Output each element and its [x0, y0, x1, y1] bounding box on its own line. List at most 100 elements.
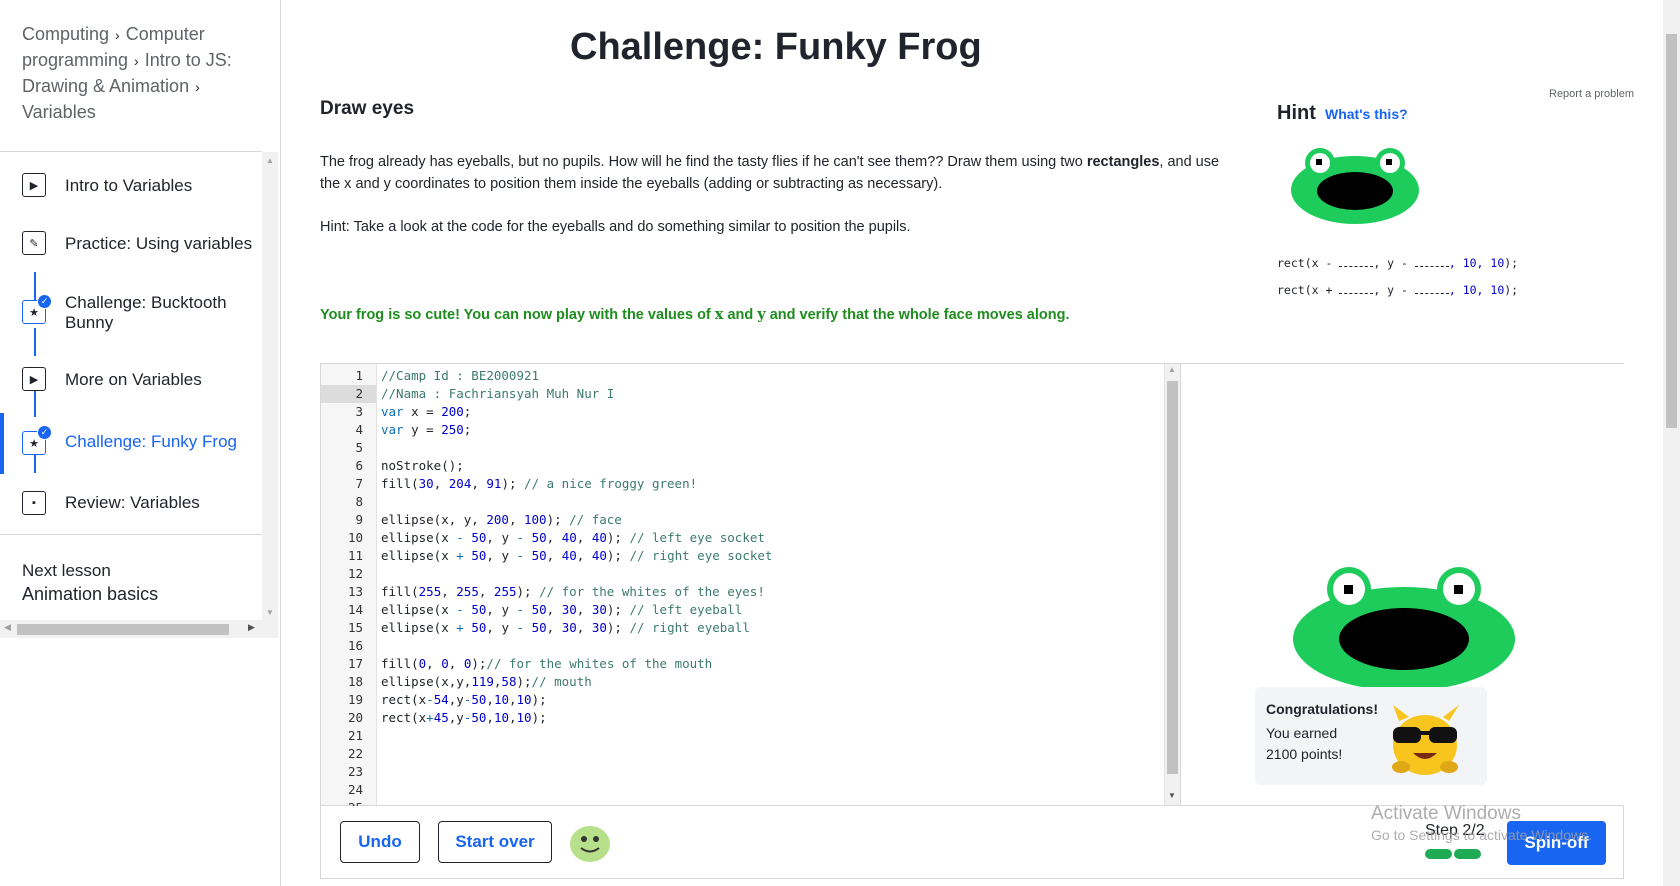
sidebar-divider [0, 151, 262, 152]
scroll-down-icon[interactable]: ▼ [266, 608, 274, 617]
scroll-up-icon[interactable]: ▲ [266, 156, 274, 165]
line-number: 10 [347, 530, 363, 545]
report-problem-link[interactable]: Report a problem [1549, 88, 1634, 100]
line-number: 12 [347, 566, 363, 581]
success-message: Your frog is so cute! You can now play w… [320, 306, 1070, 323]
next-lesson-link[interactable]: Next lesson Animation basics [22, 561, 158, 605]
page-title: Challenge: Funky Frog [570, 26, 982, 68]
hint-code-text: , y - [1373, 256, 1415, 270]
checkmark-icon: ✓ [37, 425, 52, 440]
scroll-down-icon[interactable]: ▼ [1168, 791, 1176, 800]
line-number: 4 [355, 422, 363, 437]
page-scrollbar[interactable] [1663, 0, 1680, 886]
line-number: 9 [355, 512, 363, 527]
step-title: Draw eyes [320, 98, 415, 119]
chevron-right-icon: › [115, 27, 120, 43]
instructions-paragraph: The frog already has eyeballs, but no pu… [320, 151, 1240, 195]
success-var-y: y [757, 306, 766, 323]
line-number: 5 [355, 440, 363, 455]
scrollbar-thumb[interactable] [1666, 34, 1677, 428]
hint-code-text: rect(x + [1277, 283, 1340, 297]
star-icon: ★ ✓ [22, 294, 52, 324]
line-number: 2 [321, 385, 376, 403]
sidebar-item-label: Intro to Variables [65, 176, 193, 195]
code-editor-panel: 1234567891011121314151617181920212223242… [320, 363, 1624, 815]
scrollbar-thumb[interactable] [1167, 381, 1178, 774]
breadcrumb: Computing › Computer programming › Intro to … [22, 22, 252, 125]
lesson-sidebar: Computing › Computer programming › Intro to … [0, 0, 281, 886]
sidebar-item-label: Review: Variables [65, 493, 200, 512]
sidebar-horizontal-scrollbar[interactable]: ◀ ▶ [0, 620, 278, 638]
sidebar-item-label: Challenge: Bucktooth Bunny [65, 293, 227, 332]
star-icon: ★ ✓ [22, 425, 52, 455]
line-number: 17 [347, 656, 363, 671]
step-progress-pill [1454, 849, 1481, 859]
hint-frog-image [1291, 148, 1419, 224]
sidebar-item-challenge-funky-frog[interactable]: ★ ✓ Challenge: Funky Frog [0, 417, 262, 467]
hint-code-text: ); [1504, 283, 1519, 297]
instructions: The frog already has eyeballs, but no pu… [320, 151, 1240, 259]
sidebar-item-label: Challenge: Funky Frog [65, 432, 237, 451]
line-number: 24 [347, 782, 363, 797]
congrats-line: 2100 points! [1266, 746, 1343, 762]
line-number-gutter: 1234567891011121314151617181920212223242… [321, 364, 377, 815]
line-number: 7 [355, 476, 363, 491]
sidebar-item-challenge-bucktooth-bunny[interactable]: ★ ✓ Challenge: Bucktooth Bunny [0, 286, 262, 336]
instructions-text: The frog already has eyeballs, but no pu… [320, 154, 1087, 170]
line-number: 8 [355, 494, 363, 509]
hint-code-text: , 10, 10 [1448, 256, 1505, 270]
play-icon: ▶ [22, 367, 46, 391]
success-text: Your frog is so cute! You can now play w… [320, 307, 715, 323]
line-number: 19 [347, 692, 363, 707]
hint-code-text: rect(x - [1277, 256, 1340, 270]
sidebar-vertical-scrollbar[interactable]: ▲ ▼ [262, 152, 278, 620]
undo-button[interactable]: Undo [340, 821, 420, 863]
next-lesson-caption: Next lesson [22, 561, 111, 580]
success-text: and verify that the whole face moves alo… [765, 307, 1070, 323]
line-number: 15 [347, 620, 363, 635]
hint-blank [1339, 256, 1374, 267]
activate-windows-watermark: Activate Windows Go to Settings to activ… [1371, 803, 1592, 843]
start-over-button[interactable]: Start over [438, 821, 552, 863]
sidebar-item-review-variables[interactable]: ▪ Review: Variables [0, 478, 262, 528]
line-number: 16 [347, 638, 363, 653]
blob-avatar-icon[interactable] [568, 823, 612, 863]
hint-code-text: , 10, 10 [1448, 283, 1505, 297]
sidebar-item-intro-to-variables[interactable]: ▶ Intro to Variables [0, 160, 262, 210]
congratulations-toast: Congratulations! You earned 2100 points! [1255, 687, 1487, 785]
editor-scrollbar[interactable]: ▲ ▼ [1164, 364, 1180, 805]
frog-drawing [1293, 567, 1515, 687]
sidebar-item-practice-using-variables[interactable]: ✎ Practice: Using variables [0, 219, 262, 269]
line-number: 13 [347, 584, 363, 599]
hint-code-line: rect(x + , y - , 10, 10); [1277, 283, 1518, 297]
breadcrumb-variables[interactable]: Variables [22, 102, 96, 122]
scroll-right-icon[interactable]: ▶ [248, 622, 255, 633]
sidebar-item-more-on-variables[interactable]: ▶ More on Variables [0, 355, 262, 405]
line-number: 22 [347, 746, 363, 761]
scroll-left-icon[interactable]: ◀ [4, 622, 11, 633]
congrats-title: Congratulations! [1266, 701, 1378, 717]
watermark-line: Activate Windows [1371, 803, 1521, 824]
congrats-points: You earned 2100 points! [1266, 723, 1366, 765]
sunglasses-mascot-icon [1392, 705, 1459, 775]
hint-blank [1414, 256, 1449, 267]
chevron-right-icon: › [195, 79, 200, 95]
line-number: 14 [347, 602, 363, 617]
scroll-up-icon[interactable]: ▲ [1168, 365, 1176, 374]
chevron-right-icon: › [134, 53, 139, 69]
watermark-line: Go to Settings to activate Windows. [1371, 827, 1592, 843]
line-number: 18 [347, 674, 363, 689]
line-number: 1 [355, 368, 363, 383]
hint-blank [1339, 283, 1374, 294]
scrollbar-thumb[interactable] [17, 624, 229, 635]
breadcrumb-computing[interactable]: Computing [22, 24, 109, 44]
hint-blank [1414, 283, 1449, 294]
checkmark-icon: ✓ [37, 294, 52, 309]
line-number: 23 [347, 764, 363, 779]
whats-this-link[interactable]: What's this? [1325, 106, 1408, 122]
document-icon: ▪ [22, 491, 46, 515]
sidebar-divider [0, 534, 262, 535]
line-number: 21 [347, 728, 363, 743]
line-number: 20 [347, 710, 363, 725]
line-number: 11 [347, 548, 363, 563]
